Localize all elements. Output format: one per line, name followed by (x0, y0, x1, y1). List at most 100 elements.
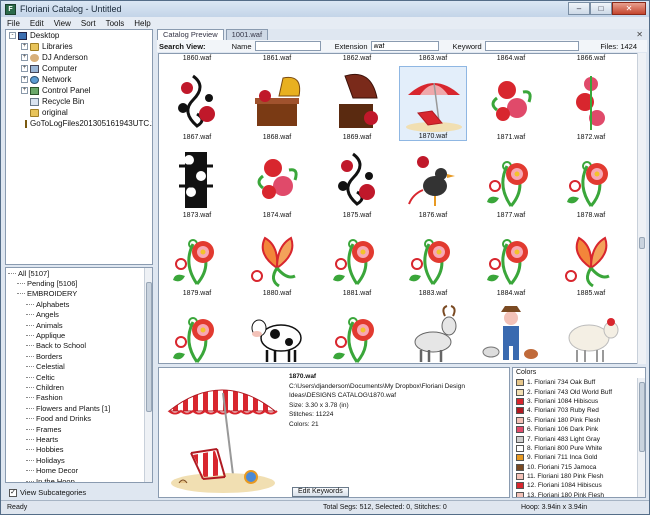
tab-catalog-preview[interactable]: Catalog Preview (157, 29, 224, 40)
design-thumbnail[interactable]: 1871.waf (477, 66, 545, 141)
design-thumbnail[interactable]: 1867.waf (163, 66, 231, 141)
category-item[interactable]: Celtic (6, 372, 152, 382)
tree-item[interactable]: + Computer (6, 63, 152, 74)
maximize-button[interactable]: □ (590, 2, 612, 15)
name-input[interactable] (254, 41, 321, 51)
close-button[interactable]: ✕ (612, 2, 646, 15)
category-item[interactable]: Food and Drinks (6, 413, 152, 423)
color-item[interactable]: 7. Floriani 483 Light Gray (513, 434, 645, 443)
category-item[interactable]: Animals (6, 320, 152, 330)
design-thumbnail[interactable] (477, 300, 545, 363)
design-thumbnail[interactable]: 1875.waf (323, 144, 391, 219)
design-thumbnail[interactable]: 1881.waf (323, 222, 391, 297)
expand-toggle-icon[interactable]: + (21, 43, 28, 50)
design-thumbnail[interactable]: 1874.waf (243, 144, 311, 219)
design-thumbnail[interactable]: 1879.waf (163, 222, 231, 297)
tree-item[interactable]: + Libraries (6, 41, 152, 52)
design-thumbnail[interactable] (399, 300, 467, 363)
category-item[interactable]: Holidays (6, 455, 152, 465)
tree-item[interactable]: + Network (6, 74, 152, 85)
menu-file[interactable]: File (7, 19, 20, 28)
design-thumbnail[interactable] (243, 300, 311, 363)
color-item[interactable]: 8. Floriani 800 Pure White (513, 444, 645, 453)
checkbox-icon[interactable]: ✓ (9, 488, 17, 497)
category-item[interactable]: Flowers and Plants [1] (6, 403, 152, 413)
colors-scroll-thumb[interactable] (639, 382, 645, 452)
menu-help[interactable]: Help (134, 19, 150, 28)
menu-tools[interactable]: Tools (106, 19, 125, 28)
tree-item[interactable]: + Control Panel (6, 85, 152, 96)
menu-sort[interactable]: Sort (81, 19, 96, 28)
category-item[interactable]: Alphabets (6, 299, 152, 309)
tab-1001-waf[interactable]: 1001.waf (225, 29, 269, 40)
category-scroll-thumb[interactable] (146, 282, 152, 412)
design-thumbnail[interactable]: 1885.waf (557, 222, 625, 297)
expand-toggle-icon[interactable]: + (21, 76, 28, 83)
category-item[interactable]: Angels (6, 310, 152, 320)
colors-scrollbar[interactable] (637, 378, 645, 497)
category-item[interactable]: Home Decor (6, 465, 152, 475)
category-item[interactable]: Hearts (6, 434, 152, 444)
design-thumbnail[interactable]: 1868.waf (243, 66, 311, 141)
category-item[interactable]: Applique (6, 330, 152, 340)
expand-toggle-icon[interactable]: + (21, 87, 28, 94)
category-item[interactable]: In the Hoop (6, 476, 152, 482)
color-item[interactable]: 4. Floriani 703 Ruby Red (513, 406, 645, 415)
color-item[interactable]: 12. Floriani 1084 Hibiscus (513, 481, 645, 490)
color-item[interactable]: 1. Floriani 734 Oak Buff (513, 378, 645, 387)
tree-item[interactable]: - Desktop (6, 30, 152, 41)
expand-toggle-icon[interactable]: + (21, 54, 28, 61)
color-item[interactable]: 6. Floriani 106 Dark Pink (513, 425, 645, 434)
design-thumbnail[interactable]: 1878.waf (557, 144, 625, 219)
menu-edit[interactable]: Edit (30, 19, 44, 28)
category-item[interactable]: Children (6, 382, 152, 392)
grid-scrollbar[interactable] (637, 53, 646, 364)
design-thumbnail[interactable]: 1880.waf (243, 222, 311, 297)
expand-toggle-icon[interactable]: + (21, 65, 28, 72)
design-thumbnail[interactable]: 1877.waf (477, 144, 545, 219)
expand-toggle-icon[interactable]: - (9, 32, 16, 39)
design-thumbnail[interactable]: 1876.waf (399, 144, 467, 219)
extension-input[interactable] (370, 41, 439, 51)
color-item[interactable]: 11. Floriani 180 Pink Flesh (513, 472, 645, 481)
category-item[interactable]: Borders (6, 351, 152, 361)
folder-tree[interactable]: - Desktop + Libraries + DJ Anderson + Computer +… (5, 29, 153, 265)
color-item[interactable]: 13. Floriani 180 Pink Flesh (513, 491, 645, 497)
tab-close-icon[interactable]: ✕ (636, 30, 643, 39)
design-thumbnail[interactable]: 1872.waf (557, 66, 625, 141)
category-scrollbar[interactable] (144, 268, 152, 482)
design-thumbnail[interactable] (557, 300, 625, 363)
tree-item[interactable]: GoToLogFiles201305161943UTC.zip (6, 118, 152, 129)
keyword-input[interactable] (484, 41, 579, 51)
tree-item[interactable]: + DJ Anderson (6, 52, 152, 63)
minimize-button[interactable]: – (568, 2, 590, 15)
design-thumbnail[interactable]: 1873.waf (163, 144, 231, 219)
category-item[interactable]: Pending [5106] (6, 278, 152, 288)
tree-item[interactable]: original (6, 107, 152, 118)
design-thumbnail[interactable]: 1884.waf (477, 222, 545, 297)
category-item[interactable]: Frames (6, 424, 152, 434)
design-thumbnail[interactable] (163, 300, 231, 363)
category-tree[interactable]: All [5107] Pending [5106] EMBROIDERY Alphab… (5, 267, 153, 483)
color-item[interactable]: 5. Floriani 180 Pink Flesh (513, 416, 645, 425)
grid-scroll-thumb[interactable] (639, 237, 645, 249)
design-thumbnail[interactable] (323, 300, 391, 363)
category-item[interactable]: All [5107] (6, 268, 152, 278)
title-bar[interactable]: F Floriani Catalog - Untitled – □ ✕ (1, 1, 649, 17)
category-item[interactable]: Hobbies (6, 445, 152, 455)
design-thumbnail[interactable]: 1869.waf (323, 66, 391, 141)
design-thumbnail-grid[interactable]: 1860.waf 1861.waf 1862.waf 1863.waf 1864.waf… (158, 53, 638, 364)
category-item[interactable]: Back to School (6, 341, 152, 351)
color-item[interactable]: 9. Floriani 711 Inca Gold (513, 453, 645, 462)
color-item[interactable]: 2. Floriani 743 Old World Buff (513, 387, 645, 396)
category-item[interactable]: Fashion (6, 393, 152, 403)
category-item[interactable]: Celestial (6, 362, 152, 372)
design-thumbnail[interactable]: 1883.waf (399, 222, 467, 297)
category-item[interactable]: EMBROIDERY (6, 289, 152, 299)
design-thumbnail[interactable]: 1870.waf (399, 66, 467, 141)
view-subcategories-toggle[interactable]: ✓ View Subcategories (9, 488, 86, 497)
edit-keywords-button[interactable]: Edit Keywords (292, 487, 349, 497)
color-item[interactable]: 3. Floriani 1084 Hibiscus (513, 397, 645, 406)
color-item[interactable]: 10. Floriani 715 Jamoca (513, 463, 645, 472)
tree-item[interactable]: Recycle Bin (6, 96, 152, 107)
